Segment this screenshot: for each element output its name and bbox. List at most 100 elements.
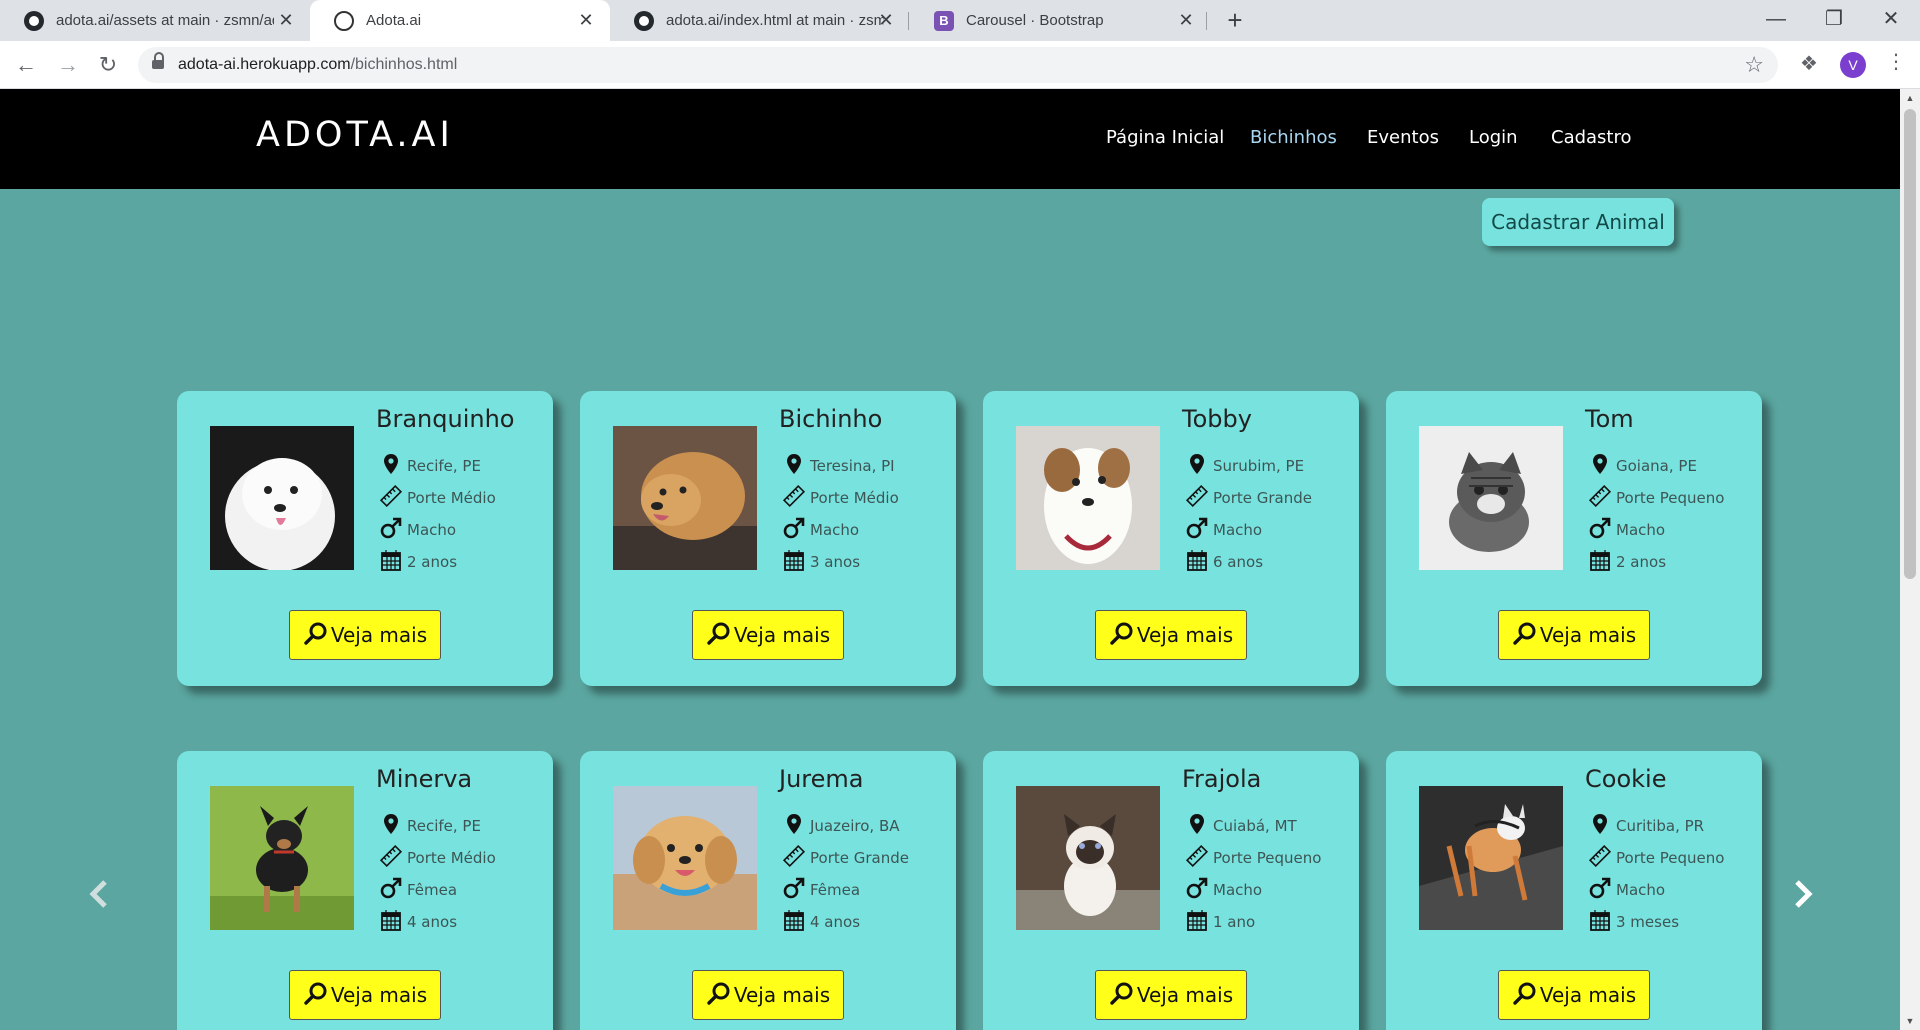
animal-location: Juazeiro, BA: [782, 812, 900, 840]
sex-text: Fêmea: [407, 881, 458, 899]
veja-mais-button[interactable]: Veja mais: [289, 610, 441, 660]
tab-title: adota.ai/assets at main · zsmn/adota.ai: [56, 12, 274, 29]
animal-name: Branquinho: [376, 405, 515, 433]
extensions-icon[interactable]: ❖: [1800, 51, 1818, 76]
close-icon[interactable]: ✕: [276, 10, 296, 30]
veja-mais-label: Veja mais: [1539, 623, 1637, 647]
carousel-prev-icon[interactable]: [85, 874, 115, 914]
close-icon[interactable]: ✕: [576, 10, 596, 30]
scroll-down-icon[interactable]: ▼: [1904, 1016, 1916, 1026]
veja-mais-button[interactable]: Veja mais: [692, 970, 844, 1020]
search-icon: [706, 980, 734, 1011]
calendar-icon: [782, 548, 810, 576]
veja-mais-label: Veja mais: [330, 623, 428, 647]
browser-tab-1[interactable]: adota.ai/assets at main · zsmn/adota.ai …: [0, 0, 310, 41]
animal-age: 4 anos: [782, 908, 860, 936]
ruler-icon: [1185, 844, 1213, 872]
address-bar[interactable]: adota-ai.herokuapp.com/bichinhos.html ☆: [138, 47, 1778, 83]
sex-text: Macho: [1213, 881, 1263, 899]
window-close-icon[interactable]: ✕: [1862, 0, 1920, 41]
browser-menu-icon[interactable]: ⋮: [1886, 49, 1906, 74]
sex-text: Macho: [407, 521, 457, 539]
veja-mais-button[interactable]: Veja mais: [1498, 610, 1650, 660]
nav-link-login[interactable]: Login: [1469, 127, 1518, 148]
veja-mais-button[interactable]: Veja mais: [1498, 970, 1650, 1020]
scroll-thumb[interactable]: [1904, 109, 1916, 579]
animal-card: Minerva Recife, PE Porte Médio Fêmea 4 anos V…: [177, 751, 553, 1030]
location-text: Goiana, PE: [1616, 457, 1697, 475]
tab-separator: [908, 12, 909, 30]
minimize-icon[interactable]: —: [1747, 0, 1805, 41]
animal-card: Bichinho Teresina, PI Porte Médio Macho 3 an…: [580, 391, 956, 686]
new-tab-button[interactable]: +: [1220, 6, 1250, 36]
size-text: Porte Médio: [810, 489, 899, 507]
animal-size: Porte Pequeno: [1588, 484, 1724, 512]
animal-card: Frajola Cuiabá, MT Porte Pequeno Macho 1 ano…: [983, 751, 1359, 1030]
location-pin-icon: [1185, 812, 1213, 840]
veja-mais-button[interactable]: Veja mais: [692, 610, 844, 660]
veja-mais-label: Veja mais: [733, 983, 831, 1007]
location-pin-icon: [782, 812, 810, 840]
animal-card: Cookie Curitiba, PR Porte Pequeno Macho 3 me…: [1386, 751, 1762, 1030]
scroll-up-icon[interactable]: ▲: [1904, 93, 1916, 103]
nav-link-bichinhos[interactable]: Bichinhos: [1250, 127, 1337, 148]
forward-icon[interactable]: →: [52, 49, 84, 81]
animal-size: Porte Pequeno: [1588, 844, 1724, 872]
veja-mais-button[interactable]: Veja mais: [1095, 610, 1247, 660]
animal-size: Porte Pequeno: [1185, 844, 1321, 872]
close-icon[interactable]: ✕: [876, 10, 896, 30]
location-text: Surubim, PE: [1213, 457, 1305, 475]
animal-sex: Macho: [1588, 516, 1665, 544]
close-icon[interactable]: ✕: [1176, 10, 1196, 30]
veja-mais-button[interactable]: Veja mais: [289, 970, 441, 1020]
search-icon: [1512, 980, 1540, 1011]
animal-sex: Macho: [1588, 876, 1665, 904]
site-navbar: ADOTA.AI Página Inicial Bichinhos Evento…: [0, 89, 1900, 189]
age-text: 1 ano: [1213, 913, 1256, 931]
sex-text: Macho: [1616, 521, 1666, 539]
nav-link-cadastro[interactable]: Cadastro: [1551, 127, 1632, 148]
ruler-icon: [782, 484, 810, 512]
restore-icon[interactable]: ❐: [1805, 0, 1863, 41]
cadastrar-animal-button[interactable]: Cadastrar Animal: [1482, 198, 1674, 246]
animal-card: Jurema Juazeiro, BA Porte Grande Fêmea 4 ano…: [580, 751, 956, 1030]
page-scrollbar[interactable]: ▲ ▼: [1900, 89, 1920, 1030]
sex-text: Macho: [1213, 521, 1263, 539]
ruler-icon: [379, 484, 407, 512]
animal-age: 3 anos: [782, 548, 860, 576]
age-text: 3 meses: [1616, 913, 1680, 931]
location-text: Recife, PE: [407, 817, 481, 835]
sex-text: Macho: [810, 521, 860, 539]
male-symbol-icon: [1588, 516, 1616, 544]
nav-link-eventos[interactable]: Eventos: [1367, 127, 1439, 148]
back-icon[interactable]: ←: [10, 49, 42, 81]
location-pin-icon: [782, 452, 810, 480]
profile-avatar[interactable]: V: [1840, 52, 1866, 78]
browser-tab-3[interactable]: adota.ai/index.html at main · zsmn/adota…: [610, 0, 910, 41]
age-text: 4 anos: [810, 913, 861, 931]
reload-icon[interactable]: ↻: [92, 49, 124, 81]
male-symbol-icon: [1185, 516, 1213, 544]
animal-age: 3 meses: [1588, 908, 1679, 936]
size-text: Porte Pequeno: [1616, 849, 1725, 867]
animal-size: Porte Grande: [1185, 484, 1312, 512]
lock-icon: [152, 52, 164, 71]
browser-tab-4[interactable]: B Carousel · Bootstrap ✕: [910, 0, 1210, 41]
location-pin-icon: [379, 812, 407, 840]
location-pin-icon: [1588, 452, 1616, 480]
carousel-next-icon[interactable]: [1787, 874, 1817, 914]
browser-toolbar: ← → ↻ adota-ai.herokuapp.com/bichinhos.h…: [0, 41, 1920, 89]
location-pin-icon: [1185, 452, 1213, 480]
tab-title: adota.ai/index.html at main · zsmn/adota…: [666, 12, 884, 29]
site-brand[interactable]: ADOTA.AI: [256, 115, 454, 155]
search-icon: [303, 980, 331, 1011]
bookmark-star-icon[interactable]: ☆: [1744, 52, 1764, 78]
bootstrap-icon: B: [934, 10, 954, 31]
nav-link-pagina-inicial[interactable]: Página Inicial: [1106, 127, 1224, 148]
veja-mais-button[interactable]: Veja mais: [1095, 970, 1247, 1020]
animal-photo: [210, 426, 354, 570]
animal-sex: Fêmea: [782, 876, 860, 904]
animal-card: Branquinho Recife, PE Porte Médio Macho 2 an…: [177, 391, 553, 686]
github-icon: [634, 10, 654, 31]
browser-tab-2[interactable]: Adota.ai ✕: [310, 0, 610, 41]
